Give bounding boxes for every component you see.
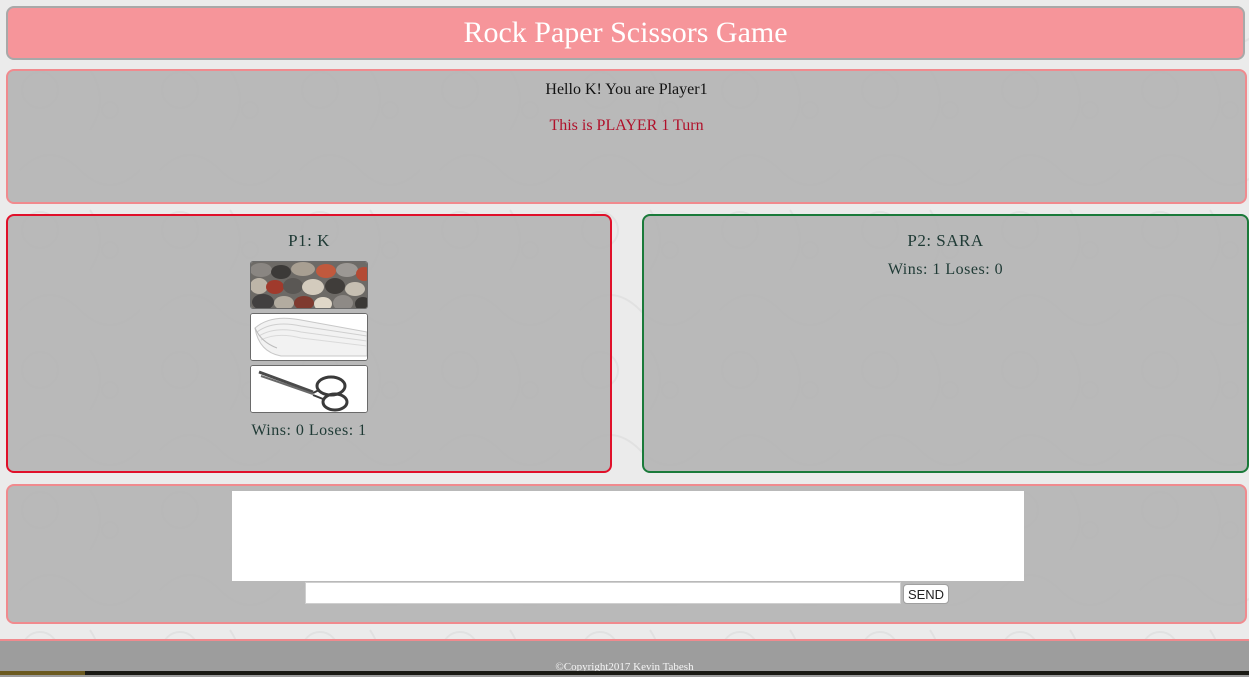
paper-icon bbox=[251, 314, 367, 360]
chat-message-input[interactable] bbox=[305, 582, 901, 604]
bottom-strip bbox=[0, 671, 1249, 675]
status-panel: Hello K! You are Player1 This is PLAYER … bbox=[6, 69, 1247, 204]
scissors-choice-button[interactable] bbox=[250, 365, 368, 413]
rock-choice-button[interactable] bbox=[250, 261, 368, 309]
page-title: Rock Paper Scissors Game bbox=[463, 16, 788, 49]
header-bar: Rock Paper Scissors Game bbox=[6, 6, 1245, 60]
player2-panel: P2: SARA Wins: 1 Loses: 0 bbox=[642, 214, 1249, 473]
bottom-strip-thumb bbox=[0, 671, 85, 675]
scissors-icon bbox=[251, 366, 367, 412]
greeting-text: Hello K! You are Player1 bbox=[545, 81, 708, 98]
player1-score: Wins: 0 Loses: 1 bbox=[251, 422, 367, 439]
turn-indicator: This is PLAYER 1 Turn bbox=[549, 117, 704, 134]
send-button[interactable]: SEND bbox=[903, 584, 949, 604]
chat-log[interactable] bbox=[232, 491, 1024, 581]
player1-name: P1: K bbox=[288, 231, 330, 250]
player1-panel: P1: K Wins: 0 Loses: 1 bbox=[6, 214, 612, 473]
player2-name: P2: SARA bbox=[907, 231, 984, 250]
player2-score: Wins: 1 Loses: 0 bbox=[887, 261, 1004, 278]
player1-choices bbox=[249, 261, 369, 413]
paper-choice-button[interactable] bbox=[250, 313, 368, 361]
rock-icon bbox=[251, 262, 367, 308]
chat-panel: SEND bbox=[6, 484, 1247, 624]
